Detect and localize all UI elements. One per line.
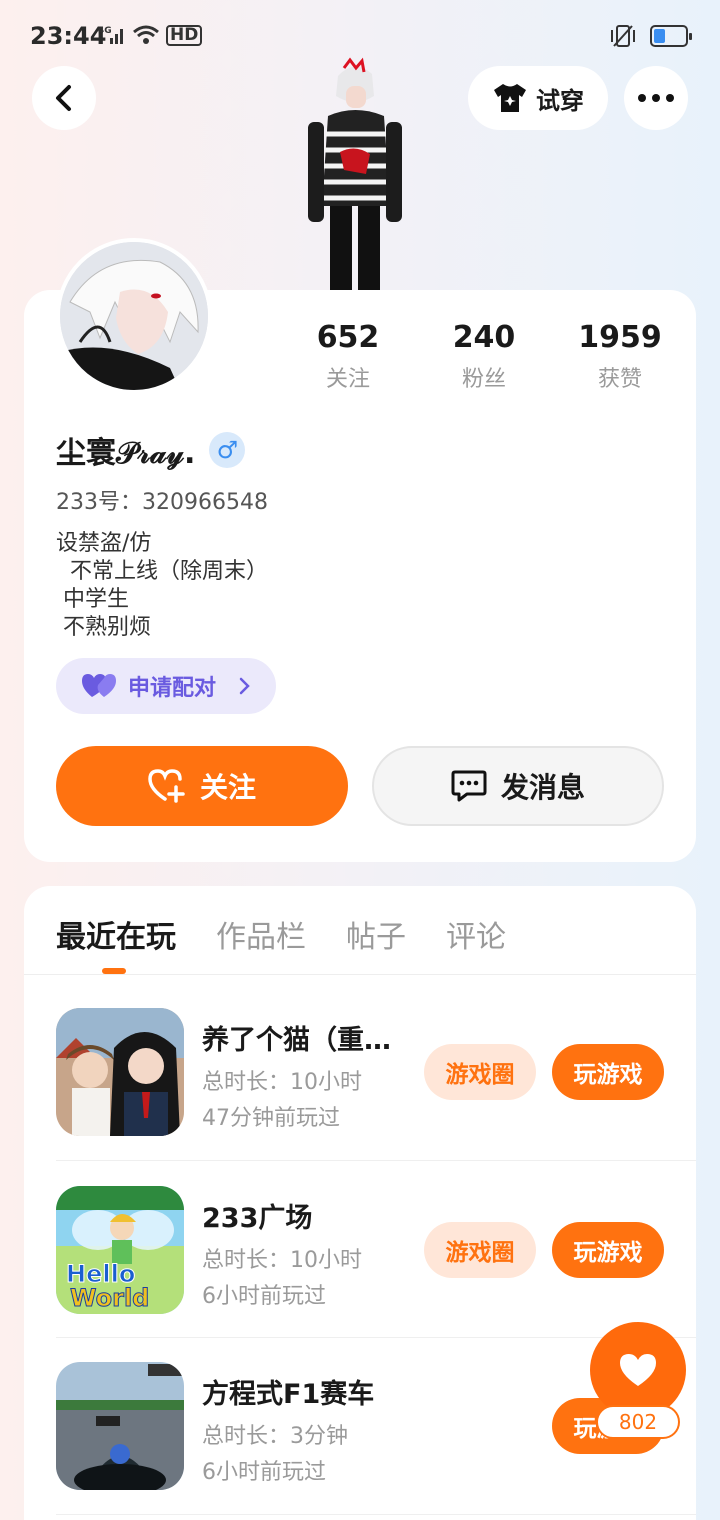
request-pair-label: 申请配对 — [128, 676, 217, 701]
play-game-button[interactable]: 玩游戏 — [552, 1044, 664, 1100]
send-message-button[interactable]: 发消息 — [372, 746, 664, 826]
row-divider — [56, 1514, 696, 1515]
battery-icon — [650, 25, 692, 47]
follow-button[interactable]: 关注 — [56, 746, 348, 826]
more-dots-icon — [638, 94, 674, 102]
tab-comments[interactable]: 评论 — [446, 912, 506, 956]
try-on-label: 试穿 — [536, 86, 584, 115]
game-title: 233广场 — [202, 1203, 313, 1234]
game-icon-image: Hello World — [56, 1186, 184, 1314]
heart-plus-icon — [148, 769, 185, 803]
tab-recently-played[interactable]: 最近在玩 — [56, 912, 176, 956]
send-message-label: 发消息 — [500, 771, 585, 804]
battery-level-fill — [654, 29, 665, 43]
stat-likes[interactable]: 1959 获赞 — [560, 320, 680, 393]
game-icon[interactable] — [56, 1362, 184, 1490]
avatar[interactable] — [56, 238, 212, 394]
user-bio: 设禁盗/仿 不常上线（除周末） 中学生 不熟别烦 — [56, 531, 268, 640]
row-divider — [56, 1337, 696, 1338]
tshirt-icon — [494, 84, 526, 112]
tab-divider — [24, 974, 696, 975]
tab-posts[interactable]: 帖子 — [346, 912, 406, 956]
game-icon[interactable] — [56, 1008, 184, 1136]
game-duration: 总时长：10小时 — [202, 1248, 362, 1273]
play-game-button[interactable]: 玩游戏 — [552, 1222, 664, 1278]
svg-text:World: World — [70, 1284, 149, 1312]
heart-icon — [620, 1354, 656, 1386]
game-row[interactable]: 养了个猫（重生之我是猫） 总时长：10小时 47分钟前玩过 游戏圈 玩游戏 — [56, 1008, 696, 1136]
avatar-image — [60, 242, 208, 390]
game-row[interactable]: Hello World 233广场 总时长：10小时 6小时前玩过 游戏圈 玩游… — [56, 1186, 696, 1314]
avatar-3d-figure — [308, 57, 402, 290]
stat-label: 关注 — [325, 367, 370, 392]
game-circle-button[interactable]: 游戏圈 — [424, 1044, 536, 1100]
double-heart-icon — [82, 674, 116, 697]
game-duration: 总时长：3分钟 — [202, 1424, 348, 1449]
stat-following[interactable]: 652 关注 — [288, 320, 408, 393]
chevron-right-icon — [239, 677, 250, 695]
follow-label: 关注 — [199, 771, 256, 804]
like-count-badge: 802 — [596, 1405, 680, 1439]
stat-value: 240 — [452, 320, 516, 355]
game-last-played: 6小时前玩过 — [202, 1284, 326, 1309]
stat-value: 1959 — [578, 320, 662, 355]
try-on-button[interactable]: 试穿 — [468, 66, 608, 130]
chevron-left-icon — [56, 85, 71, 111]
tab-works[interactable]: 作品栏 — [216, 912, 306, 956]
game-icon-image — [56, 1008, 184, 1136]
game-title: 养了个猫（重生之我是猫） — [202, 1025, 402, 1056]
signal-icon: 4G — [98, 26, 123, 44]
username: 尘寰𝒫𝓇𝒶𝓎. — [56, 436, 196, 471]
request-pair-button[interactable]: 申请配对 — [56, 658, 276, 714]
username-row: 尘寰𝒫𝓇𝒶𝓎. ♂ — [56, 428, 246, 472]
stat-value: 652 — [316, 320, 380, 355]
status-time: 23:44 — [30, 22, 107, 50]
game-last-played: 47分钟前玩过 — [202, 1106, 340, 1131]
stat-label: 获赞 — [597, 367, 642, 392]
game-circle-button[interactable]: 游戏圈 — [424, 1222, 536, 1278]
game-icon-image — [56, 1362, 184, 1490]
game-duration: 总时长：10小时 — [202, 1070, 362, 1095]
game-icon[interactable]: Hello World — [56, 1186, 184, 1314]
chat-bubble-icon — [451, 770, 487, 802]
back-button[interactable] — [32, 66, 96, 130]
game-last-played: 6小时前玩过 — [202, 1460, 326, 1485]
user-id: 233号：320966548 — [56, 490, 268, 515]
hd-icon: HD — [166, 24, 203, 46]
network-type-label: 4G — [98, 26, 112, 36]
profile-tabs: 最近在玩 作品栏 帖子 评论 — [56, 912, 506, 956]
game-title: 方程式F1赛车 — [202, 1379, 375, 1410]
male-gender-icon: ♂ — [209, 432, 246, 468]
stat-followers[interactable]: 240 粉丝 — [424, 320, 544, 393]
row-divider — [56, 1160, 696, 1161]
wifi-icon — [133, 25, 159, 44]
stat-label: 粉丝 — [461, 367, 506, 392]
vibrate-icon — [611, 25, 635, 47]
like-fab-button[interactable] — [590, 1322, 686, 1418]
more-button[interactable] — [624, 66, 688, 130]
